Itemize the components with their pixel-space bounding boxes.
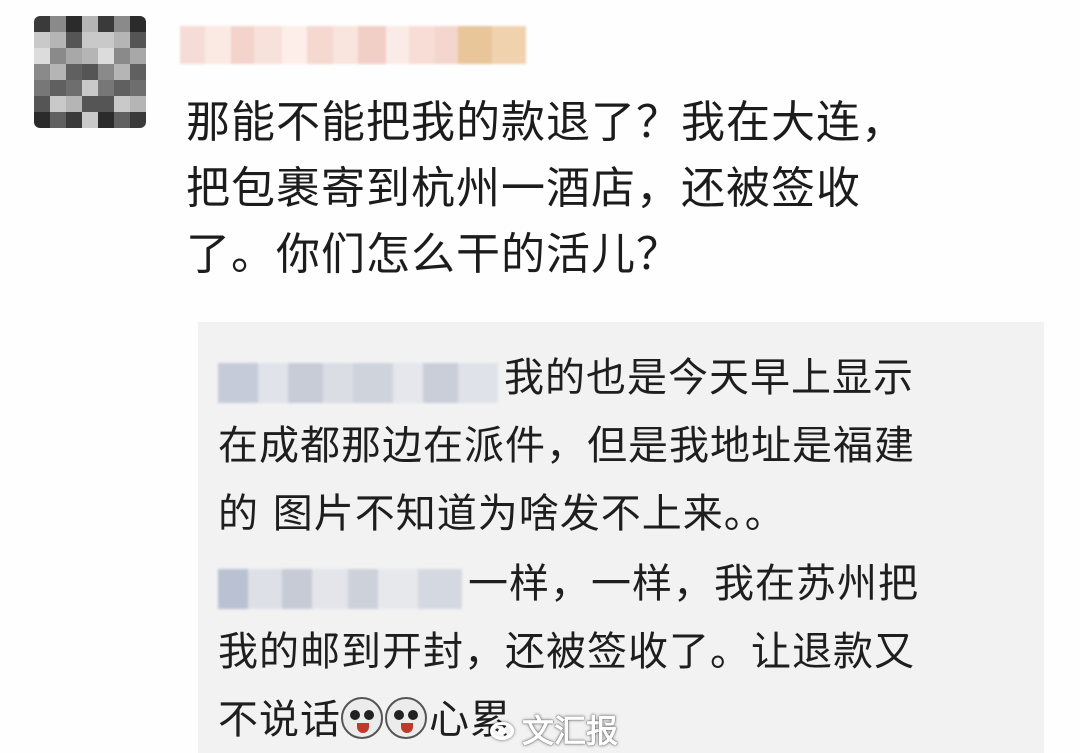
avatar-mosaic-cell <box>130 64 146 80</box>
reply-text-line: 在成都那边在派件，但是我地址是福建 <box>218 423 915 469</box>
avatar-mosaic-cell <box>130 16 146 32</box>
reply-text-line: 我的也是今天早上显示 <box>504 355 914 401</box>
avatar-mosaic-cell <box>98 96 114 112</box>
avatar-mosaic-cell <box>98 80 114 96</box>
avatar-mosaic-cell <box>82 80 98 96</box>
avatar-mosaic-cell <box>50 32 66 48</box>
avatar-mosaic-cell <box>50 96 66 112</box>
replies-panel: 我的也是今天早上显示 在成都那边在派件，但是我地址是福建 的 图片不知道为啥发不… <box>198 322 1044 753</box>
weibo-logo-icon <box>488 716 518 742</box>
avatar-mosaic-cell <box>130 32 146 48</box>
avatar-mosaic-cell <box>34 112 50 128</box>
avatar-mosaic-cell <box>98 32 114 48</box>
comment-line: 那能不能把我的款退了？我在大连， <box>186 97 906 148</box>
avatar-mosaic-cell <box>66 112 82 128</box>
username-mosaic-cell <box>180 26 205 64</box>
comment-body: 那能不能把我的款退了？我在大连， 把包裹寄到杭州一酒店，还被签收 了。你们怎么干… <box>186 90 1046 288</box>
avatar-mosaic-cell <box>34 80 50 96</box>
watermark: 文汇报 <box>488 706 618 752</box>
avatar-mosaic-cell <box>82 48 98 64</box>
avatar-mosaic-cell <box>130 48 146 64</box>
avatar-mosaic-cell <box>114 48 130 64</box>
avatar-mosaic-cell <box>98 48 114 64</box>
avatar-mosaic-cell <box>66 16 82 32</box>
avatar-mosaic-cell <box>50 64 66 80</box>
watermark-text: 文汇报 <box>522 712 619 750</box>
avatar-mosaic-cell <box>82 16 98 32</box>
reply-text-line: 我的邮到开封，还被签收了。让退款又 <box>218 629 915 675</box>
avatar-mosaic-cell <box>130 96 146 112</box>
username-mosaic-cell <box>231 26 254 64</box>
avatar-mosaic-cell <box>114 16 130 32</box>
avatar-mosaic-cell <box>130 112 146 128</box>
avatar-mosaic-cell <box>66 64 82 80</box>
username-mosaic-cell <box>491 26 526 64</box>
username-mosaic-cell <box>333 26 358 64</box>
username-mosaic-cell <box>457 26 492 64</box>
avatar-mosaic-cell <box>114 32 130 48</box>
avatar-mosaic-cell <box>34 16 50 32</box>
avatar-mosaic-cell <box>50 112 66 128</box>
reply-text-line: 的 图片不知道为啥发不上来。。 <box>218 491 786 537</box>
username-mosaic-cell <box>253 26 283 64</box>
avatar-mosaic-cell <box>114 80 130 96</box>
avatar-mosaic-cell <box>82 96 98 112</box>
reply-text-line: 一样，一样，我在苏州把 <box>468 561 919 607</box>
avatar-mosaic-cell <box>34 96 50 112</box>
avatar-mosaic-cell <box>114 64 130 80</box>
username-mosaic-cell <box>282 26 307 64</box>
avatar-mosaic-cell <box>66 80 82 96</box>
reply-username-blurred[interactable] <box>218 356 498 403</box>
avatar-mosaic-cell <box>66 32 82 48</box>
reply-item[interactable]: 我的也是今天早上显示 在成都那边在派件，但是我地址是福建 的 图片不知道为啥发不… <box>218 344 1018 548</box>
avatar-mosaic-cell <box>98 16 114 32</box>
comment-line: 把包裹寄到杭州一酒店，还被签收 <box>186 163 861 214</box>
comment-line: 了。你们怎么干的活儿？ <box>186 229 681 280</box>
avatar-mosaic-cell <box>98 64 114 80</box>
username-mosaic-cell <box>306 26 334 64</box>
avatar-mosaic-cell <box>34 32 50 48</box>
username-blurred[interactable] <box>180 26 526 64</box>
reply-text-line: 不说话 <box>218 697 341 743</box>
avatar-mosaic-cell <box>50 48 66 64</box>
avatar-mosaic-cell <box>82 64 98 80</box>
username-mosaic-cell <box>357 26 387 64</box>
avatar-mosaic-cell <box>50 16 66 32</box>
avatar-mosaic-cell <box>130 80 146 96</box>
reply-username-blurred[interactable] <box>218 562 462 609</box>
laughing-dog-emoji-icon <box>385 697 427 739</box>
avatar-mosaic-cell <box>98 112 114 128</box>
avatar-mosaic-cell <box>66 96 82 112</box>
avatar-mosaic-cell <box>114 96 130 112</box>
weibo-comment-screenshot: 那能不能把我的款退了？我在大连， 把包裹寄到杭州一酒店，还被签收 了。你们怎么干… <box>0 0 1080 753</box>
avatar-mosaic-cell <box>34 48 50 64</box>
avatar[interactable] <box>34 16 146 128</box>
username-mosaic-cell <box>204 26 232 64</box>
avatar-mosaic-cell <box>34 64 50 80</box>
avatar-mosaic-cell <box>82 112 98 128</box>
avatar-mosaic-cell <box>82 32 98 48</box>
avatar-mosaic-cell <box>66 48 82 64</box>
avatar-mosaic-cell <box>114 112 130 128</box>
avatar-mosaic-cell <box>50 80 66 96</box>
username-mosaic-cell <box>435 26 458 64</box>
username-mosaic-cell <box>408 26 436 64</box>
laughing-dog-emoji-icon <box>341 697 383 739</box>
username-mosaic-cell <box>386 26 409 64</box>
